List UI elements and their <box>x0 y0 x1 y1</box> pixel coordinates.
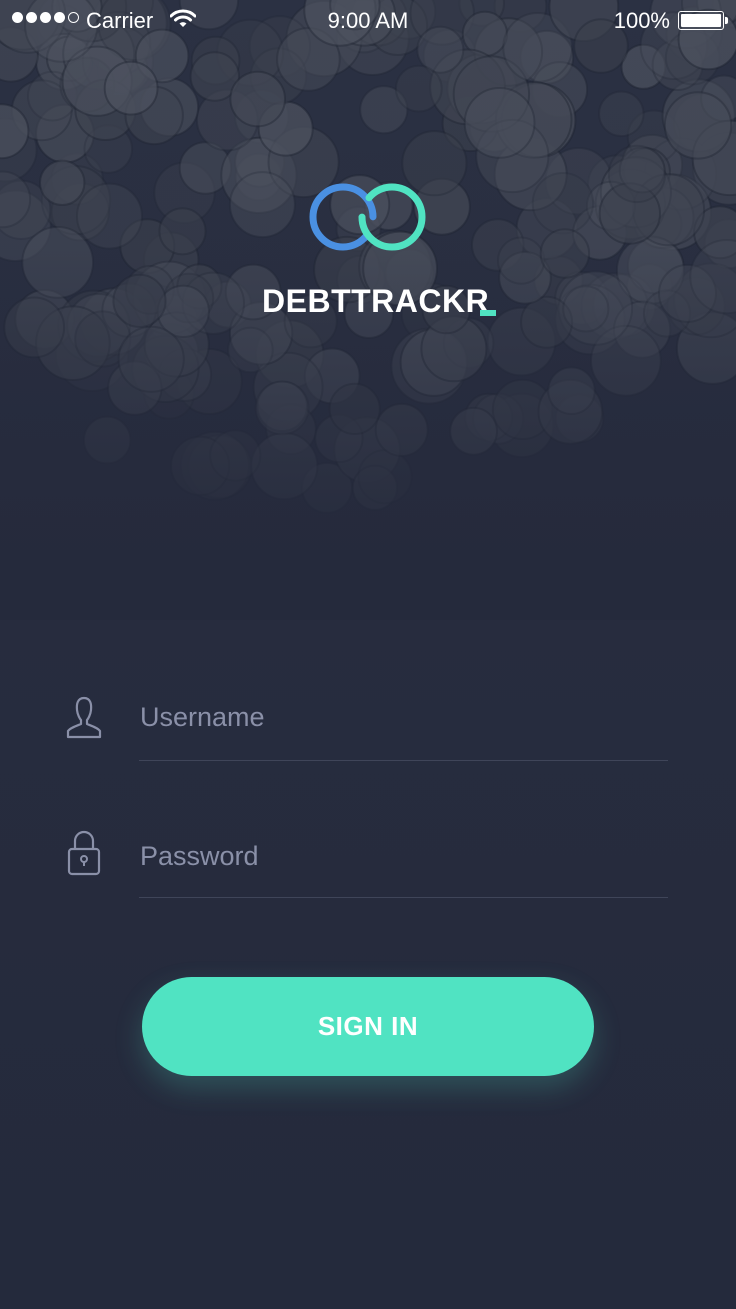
app-title: DEBTTRACKR <box>262 283 490 319</box>
username-underline <box>139 760 668 761</box>
login-screen: Carrier 9:00 AM 100% DEBTTRACKR Username… <box>0 0 736 1309</box>
battery-icon <box>678 11 728 30</box>
title-cursor-accent <box>480 310 496 316</box>
username-field <box>60 690 668 770</box>
sign-in-button[interactable]: SIGN IN <box>142 977 594 1076</box>
lock-icon <box>64 829 104 882</box>
user-icon <box>64 695 104 744</box>
battery-percentage: 100% <box>613 8 670 33</box>
username-input[interactable] <box>140 697 668 737</box>
password-input[interactable] <box>140 836 668 876</box>
password-underline <box>139 897 668 898</box>
password-field <box>60 826 668 906</box>
interlocked-rings-logo-icon <box>305 180 431 265</box>
status-bar: Carrier 9:00 AM 100% <box>0 0 736 42</box>
